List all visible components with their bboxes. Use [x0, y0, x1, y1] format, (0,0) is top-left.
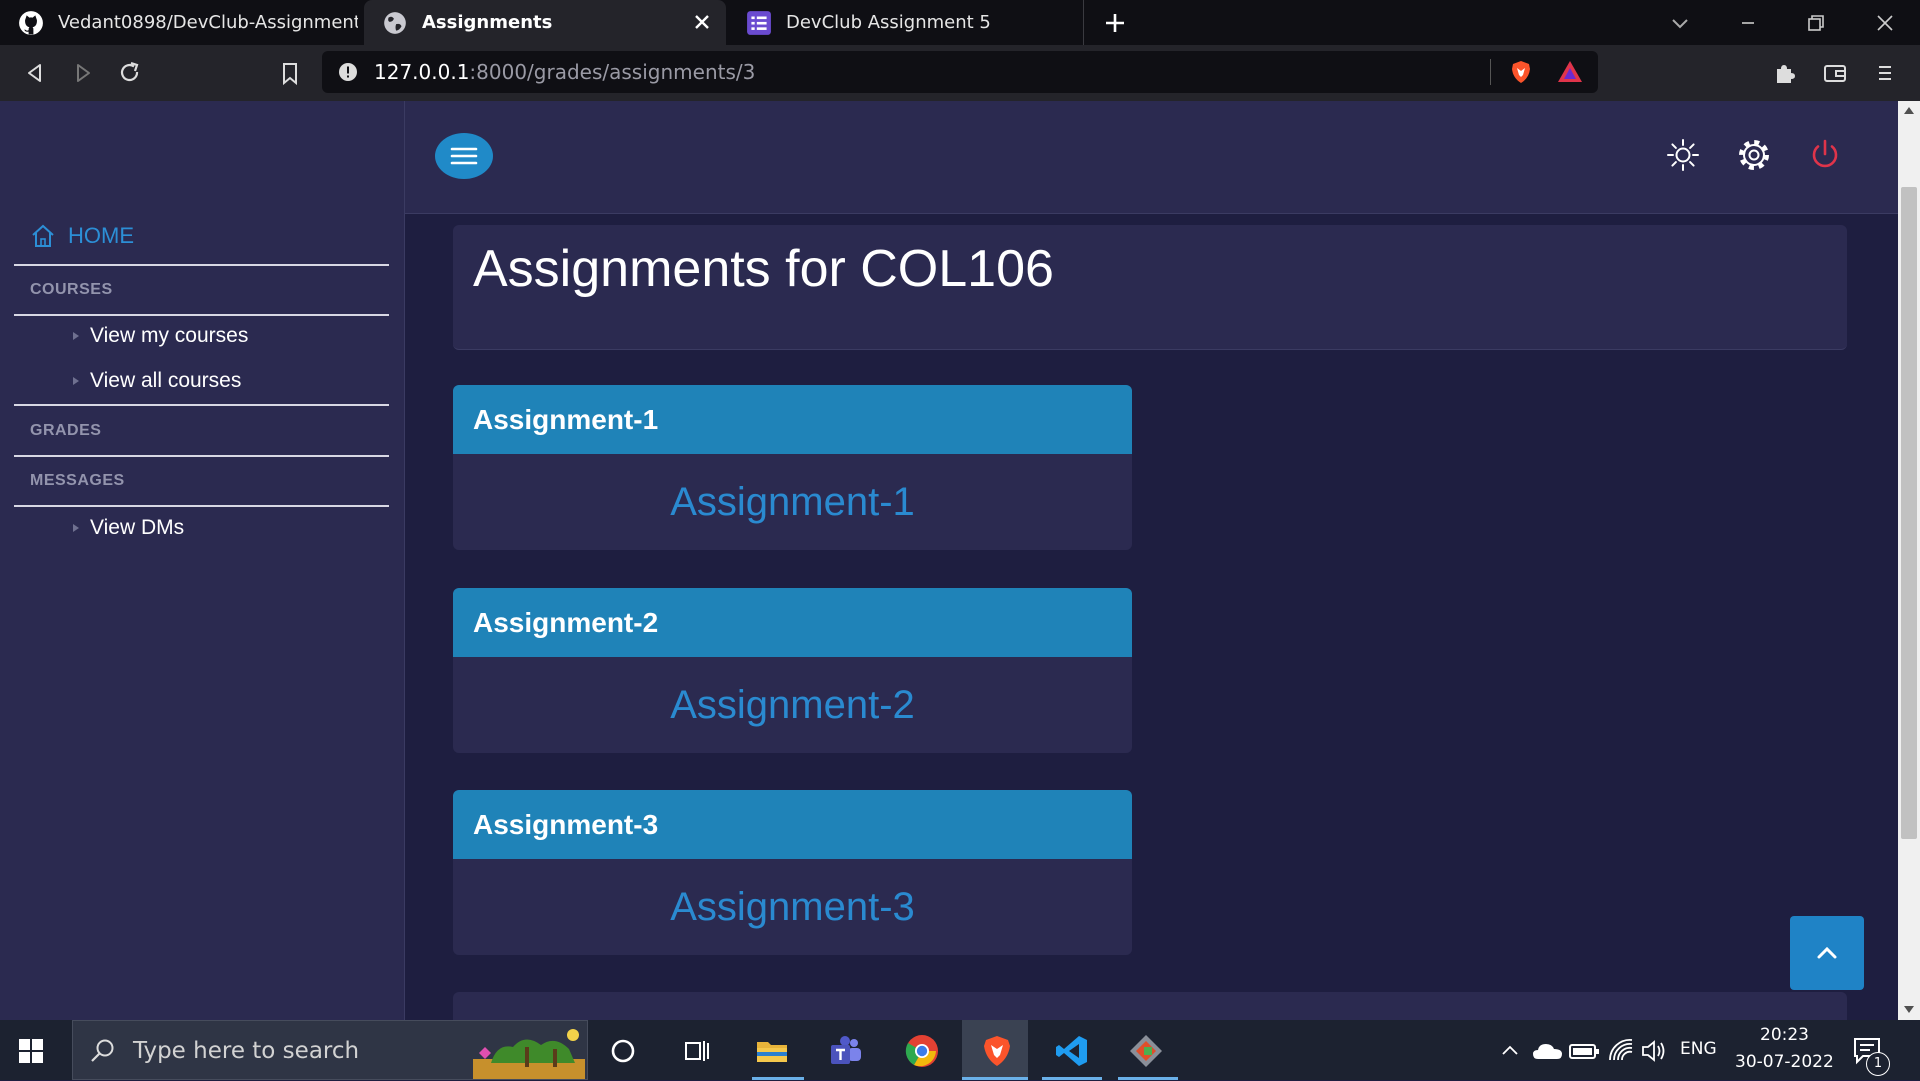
onedrive-icon[interactable] [1530, 1033, 1566, 1069]
search-icon [91, 1039, 114, 1062]
chevron-up-icon [1817, 946, 1837, 959]
info-icon[interactable] [338, 62, 358, 82]
caret-right-icon [73, 524, 79, 532]
divider [14, 264, 389, 266]
caret-right-icon [73, 332, 79, 340]
github-icon [19, 10, 43, 35]
assignment-card-header: Assignment-1 [453, 385, 1132, 454]
browser-menu-icon[interactable] [1870, 58, 1900, 88]
bookmark-icon[interactable] [275, 58, 305, 88]
tab-github[interactable]: Vedant0898/DevClub-Assignment5: Ba [0, 0, 362, 45]
brave-browser-icon[interactable] [979, 1033, 1015, 1069]
clock-time[interactable]: 20:23 [1760, 1025, 1809, 1045]
web-page: HOME COURSES View my courses View all co… [0, 101, 1898, 1020]
forward-icon[interactable] [68, 58, 98, 88]
new-tab-plus-icon[interactable] [1100, 8, 1130, 38]
url-divider [1490, 59, 1491, 85]
tab-search-chevron-icon[interactable] [1665, 8, 1695, 38]
assignment-card-header: Assignment-2 [453, 588, 1132, 657]
restore-icon[interactable] [1801, 8, 1831, 38]
vscode-icon[interactable] [1054, 1033, 1090, 1069]
sidebar-item-home[interactable]: HOME [30, 223, 134, 249]
scroll-to-top-button[interactable] [1790, 916, 1864, 990]
language-indicator[interactable]: ENG [1680, 1039, 1717, 1059]
power-icon[interactable] [1807, 137, 1843, 173]
list-icon [747, 10, 771, 35]
tab-assignments[interactable]: Assignments [364, 0, 726, 45]
minimize-icon[interactable] [1733, 8, 1763, 38]
section-title-messages: MESSAGES [30, 472, 125, 489]
address-bar[interactable]: 127.0.0.1:8000/grades/assignments/3 [322, 51, 1598, 93]
sidebar-item-label: View all courses [90, 369, 242, 392]
windows-taskbar: Type here to search ENG 20:23 30-07-2022… [0, 1020, 1920, 1080]
tab-title: Vedant0898/DevClub-Assignment5: Ba [58, 12, 358, 33]
assignment-card: Assignment-1 Assignment-1 [453, 385, 1132, 550]
search-highlight-illustration-icon [473, 1029, 585, 1079]
sun-icon[interactable] [1665, 137, 1701, 173]
section-title-courses: COURSES [30, 281, 113, 298]
window-close-icon[interactable] [1870, 8, 1900, 38]
back-icon[interactable] [20, 58, 50, 88]
divider [14, 404, 389, 406]
home-icon [32, 224, 54, 247]
page-title: Assignments for COL106 [473, 240, 1054, 298]
scroll-up-arrow-icon[interactable] [1903, 105, 1915, 115]
menu-toggle-button[interactable] [435, 133, 493, 179]
task-view-icon[interactable] [678, 1033, 714, 1069]
sidebar-item-label: View my courses [90, 324, 249, 347]
sidebar-item-label: View DMs [90, 516, 185, 539]
wifi-icon[interactable] [1604, 1033, 1640, 1069]
page-scrollbar[interactable] [1898, 101, 1920, 1020]
brave-shield-icon[interactable] [1508, 59, 1534, 85]
extensions-icon[interactable] [1770, 58, 1800, 88]
divider [14, 314, 389, 316]
tab-title: DevClub Assignment 5 [786, 12, 991, 33]
tab-devclub-assignment[interactable]: DevClub Assignment 5 [728, 0, 1084, 45]
assignment-link[interactable]: Assignment-2 [453, 657, 1132, 753]
git-gui-icon[interactable] [1128, 1033, 1164, 1069]
file-explorer-icon[interactable] [754, 1033, 790, 1069]
scrollbar-thumb[interactable] [1901, 187, 1917, 839]
chrome-icon[interactable] [904, 1033, 940, 1069]
teams-icon[interactable] [828, 1033, 864, 1069]
caret-right-icon [73, 377, 79, 385]
brave-rewards-icon[interactable] [1556, 59, 1584, 85]
divider [14, 455, 389, 457]
assignment-card-header: Assignment-3 [453, 790, 1132, 859]
wallet-icon[interactable] [1820, 58, 1850, 88]
assignment-card: Assignment-2 Assignment-2 [453, 588, 1132, 753]
sidebar-item-view-all-courses[interactable]: View all courses [72, 369, 241, 393]
volume-icon[interactable] [1637, 1033, 1673, 1069]
gear-icon[interactable] [1736, 137, 1772, 173]
battery-icon[interactable] [1566, 1033, 1602, 1069]
search-placeholder: Type here to search [133, 1038, 360, 1064]
sidebar-item-view-my-courses[interactable]: View my courses [72, 324, 248, 348]
cortana-icon[interactable] [605, 1033, 641, 1069]
assignment-link[interactable]: Assignment-3 [453, 859, 1132, 955]
clock-date[interactable]: 30-07-2022 [1735, 1052, 1834, 1072]
reload-icon[interactable] [115, 58, 145, 88]
notification-badge: 1 [1866, 1052, 1890, 1076]
browser-tab-strip: Vedant0898/DevClub-Assignment5: Ba Assig… [0, 0, 1920, 45]
taskbar-search-box[interactable]: Type here to search [72, 1020, 588, 1080]
section-title-grades: GRADES [30, 422, 102, 439]
windows-start-icon[interactable] [18, 1038, 44, 1064]
globe-icon [384, 11, 406, 34]
next-card-partial [453, 992, 1847, 1020]
scroll-down-arrow-icon[interactable] [1903, 1005, 1915, 1015]
sidebar: HOME COURSES View my courses View all co… [0, 101, 405, 1020]
close-icon[interactable] [690, 10, 714, 34]
assignment-link[interactable]: Assignment-1 [453, 454, 1132, 550]
sidebar-item-label: HOME [68, 223, 134, 248]
assignment-card: Assignment-3 Assignment-3 [453, 790, 1132, 955]
top-navbar [405, 101, 1898, 214]
page-title-card: Assignments for COL106 [453, 225, 1847, 350]
browser-toolbar: 127.0.0.1:8000/grades/assignments/3 [0, 45, 1920, 101]
divider [14, 505, 389, 507]
chevron-up-icon[interactable] [1498, 1033, 1522, 1069]
tab-title: Assignments [422, 12, 553, 33]
sidebar-item-view-dms[interactable]: View DMs [72, 516, 184, 540]
hamburger-icon [450, 147, 478, 165]
url-text: 127.0.0.1:8000/grades/assignments/3 [374, 60, 756, 84]
